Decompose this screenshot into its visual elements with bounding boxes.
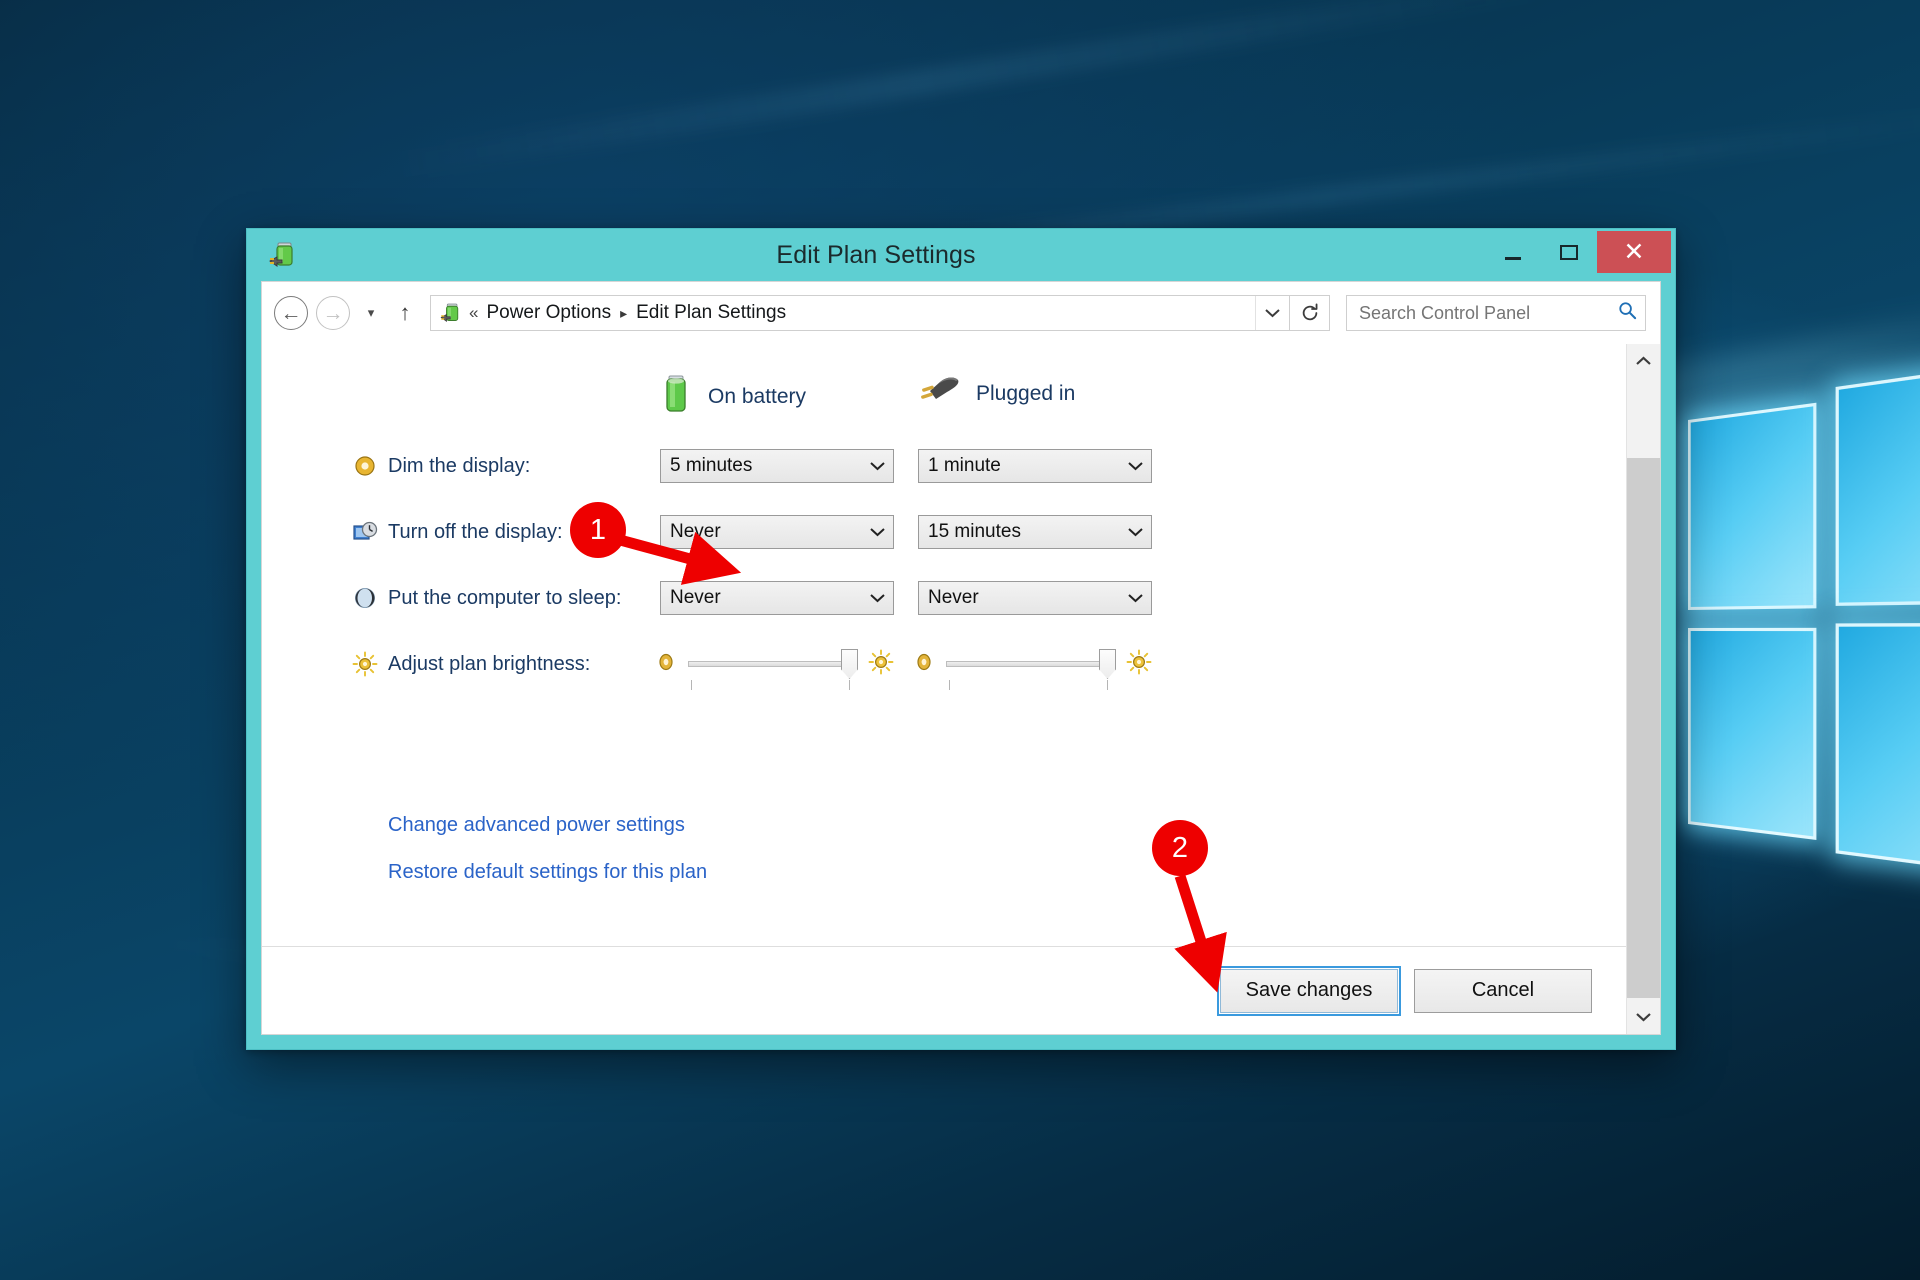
annotation-arrow-1 — [618, 531, 1227, 993]
annotation-marker-2: 2 — [1152, 820, 1208, 876]
annotation-marker-1: 1 — [570, 502, 626, 558]
desktop-background: Edit Plan Settings ✕ ← → ▾ ↑ « Power Opt… — [0, 0, 1920, 1280]
